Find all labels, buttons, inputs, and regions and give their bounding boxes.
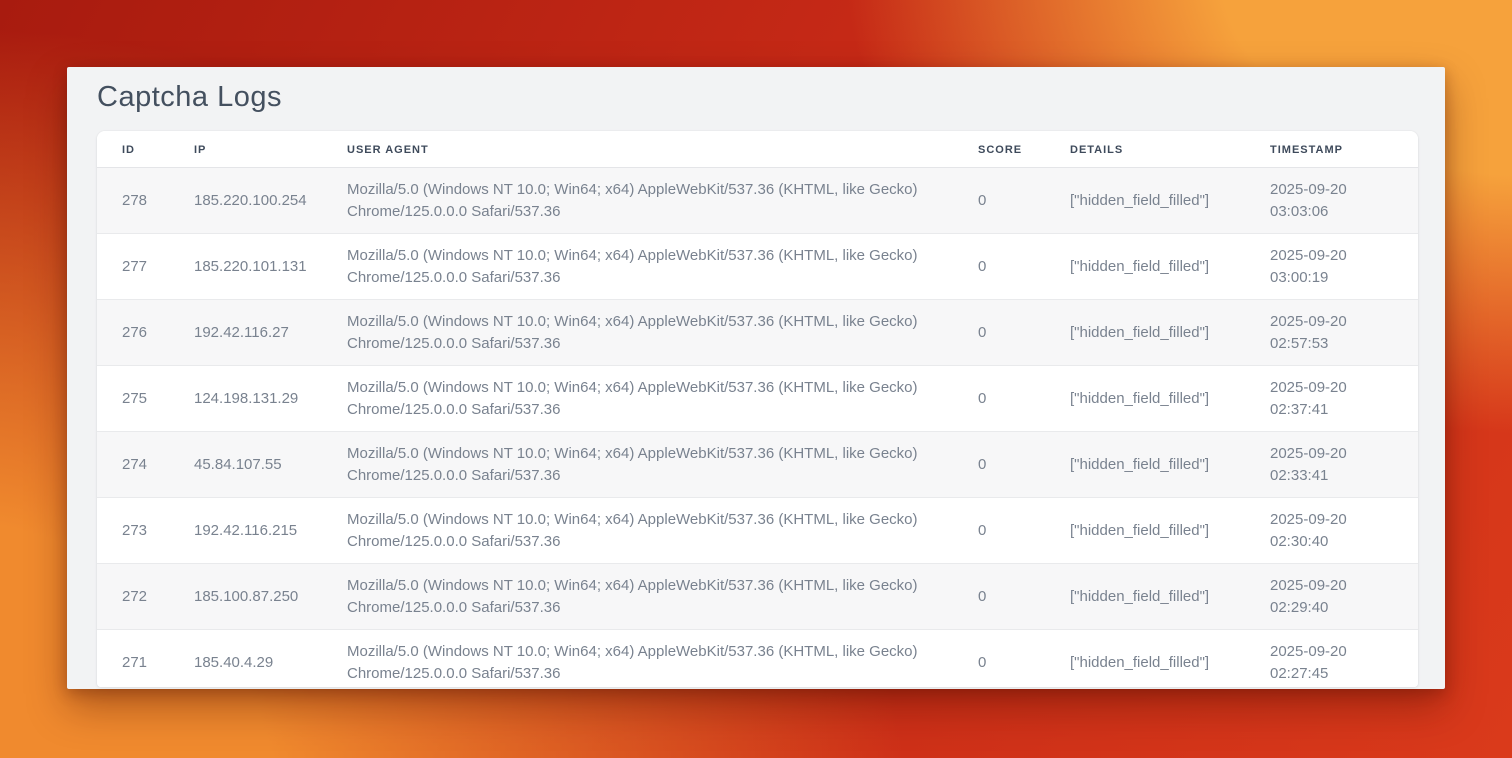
cell-details: ["hidden_field_filled"]	[1070, 630, 1270, 688]
cell-timestamp: 2025-09-20 03:00:19	[1270, 234, 1418, 300]
table-row: 27445.84.107.55Mozilla/5.0 (Windows NT 1…	[97, 432, 1418, 498]
cell-score: 0	[978, 630, 1070, 688]
cell-details: ["hidden_field_filled"]	[1070, 366, 1270, 432]
column-header-ip: IP	[194, 131, 347, 168]
cell-score: 0	[978, 564, 1070, 630]
cell-ip: 192.42.116.27	[194, 300, 347, 366]
cell-timestamp: 2025-09-20 03:03:06	[1270, 168, 1418, 234]
cell-details: ["hidden_field_filled"]	[1070, 300, 1270, 366]
cell-timestamp: 2025-09-20 02:57:53	[1270, 300, 1418, 366]
column-header-timestamp: TIMESTAMP	[1270, 131, 1418, 168]
cell-id: 273	[97, 498, 194, 564]
table-row: 278185.220.100.254Mozilla/5.0 (Windows N…	[97, 168, 1418, 234]
logs-table: ID IP USER AGENT SCORE DETAILS TIMESTAMP…	[97, 131, 1418, 687]
cell-timestamp: 2025-09-20 02:33:41	[1270, 432, 1418, 498]
logs-table-header: ID IP USER AGENT SCORE DETAILS TIMESTAMP	[97, 131, 1418, 168]
cell-timestamp: 2025-09-20 02:29:40	[1270, 564, 1418, 630]
cell-ip: 185.40.4.29	[194, 630, 347, 688]
page-title: Captcha Logs	[67, 67, 1445, 114]
table-row: 277185.220.101.131Mozilla/5.0 (Windows N…	[97, 234, 1418, 300]
cell-user-agent: Mozilla/5.0 (Windows NT 10.0; Win64; x64…	[347, 498, 978, 564]
cell-user-agent: Mozilla/5.0 (Windows NT 10.0; Win64; x64…	[347, 300, 978, 366]
cell-score: 0	[978, 300, 1070, 366]
cell-ip: 185.220.101.131	[194, 234, 347, 300]
cell-id: 278	[97, 168, 194, 234]
cell-ip: 185.100.87.250	[194, 564, 347, 630]
table-row: 276192.42.116.27Mozilla/5.0 (Windows NT …	[97, 300, 1418, 366]
cell-timestamp: 2025-09-20 02:27:45	[1270, 630, 1418, 688]
logs-table-container: ID IP USER AGENT SCORE DETAILS TIMESTAMP…	[97, 131, 1418, 687]
cell-score: 0	[978, 432, 1070, 498]
cell-ip: 124.198.131.29	[194, 366, 347, 432]
cell-timestamp: 2025-09-20 02:37:41	[1270, 366, 1418, 432]
cell-score: 0	[978, 234, 1070, 300]
cell-score: 0	[978, 168, 1070, 234]
column-header-details: DETAILS	[1070, 131, 1270, 168]
table-row: 273192.42.116.215Mozilla/5.0 (Windows NT…	[97, 498, 1418, 564]
cell-ip: 45.84.107.55	[194, 432, 347, 498]
cell-details: ["hidden_field_filled"]	[1070, 432, 1270, 498]
cell-id: 276	[97, 300, 194, 366]
cell-details: ["hidden_field_filled"]	[1070, 234, 1270, 300]
header-row: ID IP USER AGENT SCORE DETAILS TIMESTAMP	[97, 131, 1418, 168]
cell-score: 0	[978, 498, 1070, 564]
cell-score: 0	[978, 366, 1070, 432]
logs-table-body: 278185.220.100.254Mozilla/5.0 (Windows N…	[97, 168, 1418, 688]
cell-ip: 192.42.116.215	[194, 498, 347, 564]
cell-details: ["hidden_field_filled"]	[1070, 564, 1270, 630]
cell-user-agent: Mozilla/5.0 (Windows NT 10.0; Win64; x64…	[347, 564, 978, 630]
cell-user-agent: Mozilla/5.0 (Windows NT 10.0; Win64; x64…	[347, 168, 978, 234]
cell-details: ["hidden_field_filled"]	[1070, 168, 1270, 234]
cell-user-agent: Mozilla/5.0 (Windows NT 10.0; Win64; x64…	[347, 366, 978, 432]
cell-user-agent: Mozilla/5.0 (Windows NT 10.0; Win64; x64…	[347, 630, 978, 688]
table-row: 275124.198.131.29Mozilla/5.0 (Windows NT…	[97, 366, 1418, 432]
cell-ip: 185.220.100.254	[194, 168, 347, 234]
column-header-score: SCORE	[978, 131, 1070, 168]
cell-timestamp: 2025-09-20 02:30:40	[1270, 498, 1418, 564]
cell-details: ["hidden_field_filled"]	[1070, 498, 1270, 564]
column-header-id: ID	[97, 131, 194, 168]
cell-user-agent: Mozilla/5.0 (Windows NT 10.0; Win64; x64…	[347, 432, 978, 498]
cell-id: 275	[97, 366, 194, 432]
cell-id: 271	[97, 630, 194, 688]
page-background: Captcha Logs ID IP USER AGENT SCORE	[0, 0, 1512, 758]
cell-id: 274	[97, 432, 194, 498]
table-row: 272185.100.87.250Mozilla/5.0 (Windows NT…	[97, 564, 1418, 630]
cell-id: 277	[97, 234, 194, 300]
cell-user-agent: Mozilla/5.0 (Windows NT 10.0; Win64; x64…	[347, 234, 978, 300]
table-row: 271185.40.4.29Mozilla/5.0 (Windows NT 10…	[97, 630, 1418, 688]
column-header-user-agent: USER AGENT	[347, 131, 978, 168]
captcha-logs-card: Captcha Logs ID IP USER AGENT SCORE	[67, 67, 1445, 689]
cell-id: 272	[97, 564, 194, 630]
